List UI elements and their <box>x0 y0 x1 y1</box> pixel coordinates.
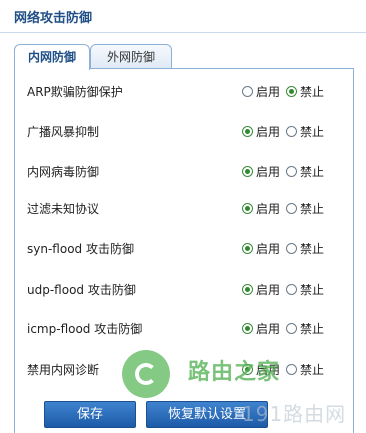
radio-option-label: 禁止 <box>300 241 325 256</box>
radio-option-enable[interactable]: 启用 <box>242 200 280 217</box>
radio-button-icon[interactable] <box>286 242 298 254</box>
setting-row: 过滤未知协议 启用 禁止 <box>27 198 353 218</box>
radio-option-label: 启用 <box>256 321 281 336</box>
tab-internal-defense[interactable]: 内网防御 <box>14 44 90 70</box>
radio-button-icon[interactable] <box>286 165 298 177</box>
radio-button-icon[interactable] <box>242 283 253 295</box>
radio-option-disable[interactable]: 禁止 <box>286 123 324 140</box>
title-divider <box>0 32 366 33</box>
radio-option-label: 禁止 <box>300 201 325 216</box>
radio-option-enable[interactable]: 启用 <box>242 320 280 337</box>
radio-option-disable[interactable]: 禁止 <box>286 83 324 100</box>
radio-option-label: 启用 <box>256 282 281 297</box>
radio-option-enable[interactable]: 启用 <box>242 163 280 180</box>
setting-label: icmp-flood 攻击防御 <box>27 321 143 336</box>
radio-button-icon[interactable] <box>242 125 253 137</box>
radio-button-icon[interactable] <box>286 363 298 375</box>
radio-button-icon[interactable] <box>242 242 253 254</box>
radio-option-label: 禁止 <box>300 282 325 297</box>
radio-option-enable[interactable]: 启用 <box>242 83 280 100</box>
radio-option-label: 禁止 <box>300 124 325 139</box>
setting-label: udp-flood 攻击防御 <box>27 282 136 297</box>
setting-row: icmp-flood 攻击防御 启用 禁止 <box>27 318 353 338</box>
radio-option-label: 启用 <box>256 241 281 256</box>
radio-option-enable[interactable]: 启用 <box>242 240 280 257</box>
radio-option-label: 禁止 <box>300 164 325 179</box>
radio-option-label: 启用 <box>256 201 281 216</box>
radio-button-icon[interactable] <box>286 202 298 214</box>
radio-button-icon[interactable] <box>242 322 253 334</box>
radio-option-enable[interactable]: 启用 <box>242 123 280 140</box>
restore-defaults-button[interactable]: 恢复默认设置 <box>146 401 268 428</box>
radio-option-label: 禁止 <box>300 321 325 336</box>
radio-option-disable[interactable]: 禁止 <box>286 281 324 298</box>
radio-option-disable[interactable]: 禁止 <box>286 240 324 257</box>
radio-option-label: 启用 <box>256 84 281 99</box>
setting-label: 广播风暴抑制 <box>27 124 100 139</box>
radio-option-disable[interactable]: 禁止 <box>286 320 324 337</box>
tab-bar: 内网防御 外网防御 <box>14 44 354 70</box>
setting-label: ARP欺骗防御保护 <box>27 84 123 99</box>
radio-button-icon[interactable] <box>286 283 298 295</box>
setting-label: 禁用内网诊断 <box>27 362 100 377</box>
setting-row: 内网病毒防御 启用 禁止 <box>27 161 353 181</box>
radio-option-enable[interactable]: 启用 <box>242 281 280 298</box>
radio-button-icon[interactable] <box>242 165 253 177</box>
radio-option-label: 禁止 <box>300 84 325 99</box>
radio-button-icon[interactable] <box>286 322 298 334</box>
radio-button-icon[interactable] <box>242 202 253 214</box>
setting-row: syn-flood 攻击防御 启用 禁止 <box>27 238 353 258</box>
radio-option-label: 禁止 <box>300 362 325 377</box>
tab-external-defense[interactable]: 外网防御 <box>90 44 172 69</box>
defense-settings-panel: ARP欺骗防御保护 启用 禁止 广播风暴抑制 启用 禁止 内网病毒防御 启用 禁止 过滤未知协议启… <box>14 69 354 433</box>
setting-label: 过滤未知协议 <box>27 201 100 216</box>
radio-button-icon[interactable] <box>242 85 253 97</box>
setting-row: 禁用内网诊断 启用 禁止 <box>27 359 353 379</box>
radio-option-disable[interactable]: 禁止 <box>286 200 324 217</box>
setting-label: syn-flood 攻击防御 <box>27 241 134 256</box>
radio-option-enable[interactable]: 启用 <box>242 361 280 378</box>
radio-option-label: 启用 <box>256 124 281 139</box>
setting-label: 内网病毒防御 <box>27 164 100 179</box>
save-button[interactable]: 保存 <box>44 401 136 428</box>
radio-option-label: 启用 <box>256 362 281 377</box>
page-title: 网络攻击防御 <box>14 11 93 26</box>
setting-row: 广播风暴抑制 启用 禁止 <box>27 121 353 141</box>
radio-option-disable[interactable]: 禁止 <box>286 163 324 180</box>
radio-option-disable[interactable]: 禁止 <box>286 361 324 378</box>
radio-option-label: 启用 <box>256 164 281 179</box>
radio-button-icon[interactable] <box>286 85 298 97</box>
setting-row: udp-flood 攻击防御 启用 禁止 <box>27 279 353 299</box>
radio-button-icon[interactable] <box>286 125 298 137</box>
setting-row: ARP欺骗防御保护 启用 禁止 <box>27 81 353 101</box>
radio-button-icon[interactable] <box>242 363 253 375</box>
